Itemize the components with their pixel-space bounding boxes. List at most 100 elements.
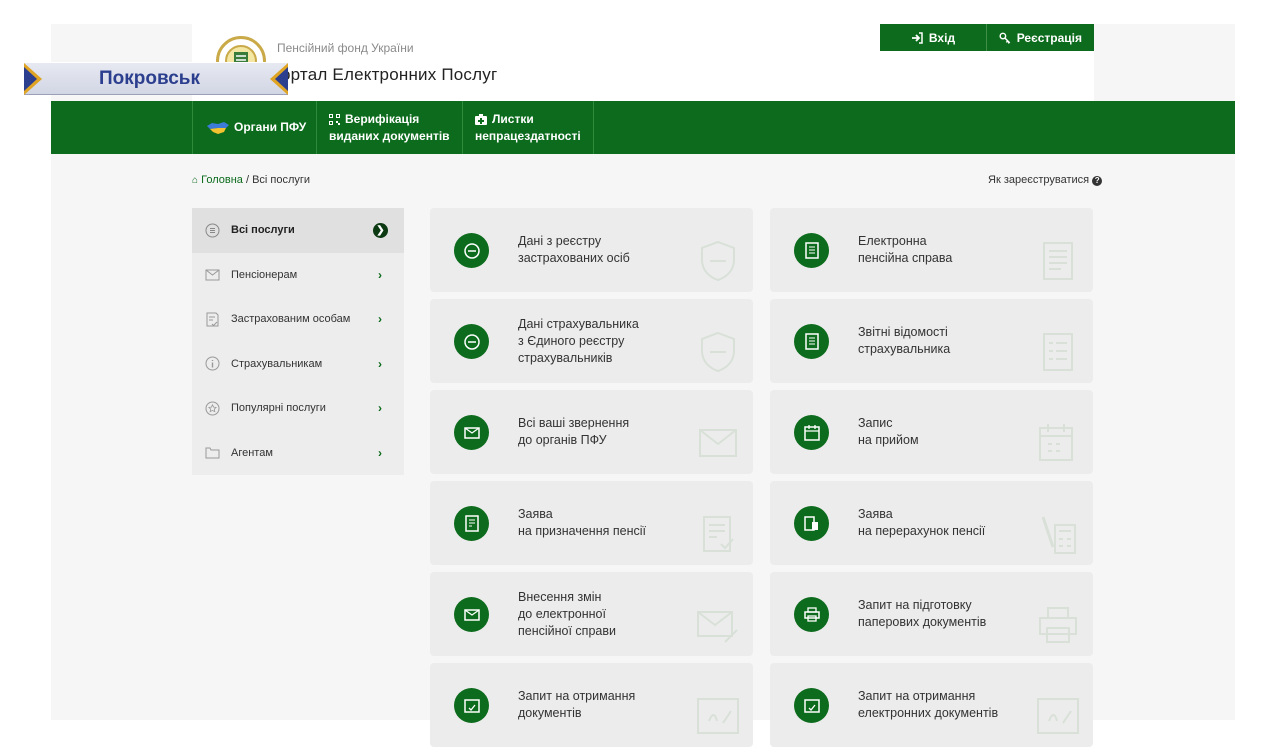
nav-item-pfu-bodies[interactable]: Органи ПФУ xyxy=(192,101,317,154)
service-card-line: на перерахунок пенсії xyxy=(858,524,986,538)
breadcrumb-home-link[interactable]: Головна xyxy=(201,174,243,186)
service-card-line: застрахованих осіб xyxy=(518,251,630,265)
certificate-icon xyxy=(454,688,489,723)
nav-item-verification[interactable]: Верифікація виданих документів xyxy=(317,101,463,154)
qr-code-icon xyxy=(329,113,340,125)
service-card-line: на призначення пенсії xyxy=(518,524,646,538)
sidebar-item-label: Застрахованим особам xyxy=(231,313,351,326)
auth-bar: Вхід Реєстрація xyxy=(880,24,1094,51)
service-card-line: Електронна xyxy=(858,234,927,248)
sidebar-item-all-services[interactable]: Всі послуги ❯ xyxy=(192,208,404,253)
service-card-line: паперових документів xyxy=(858,615,987,629)
service-card-electronic-pension-file[interactable]: Електронна пенсійна справа xyxy=(770,208,1093,292)
chevron-right-icon: › xyxy=(378,312,382,327)
service-card-paper-documents[interactable]: Запит на підготовку паперових документів xyxy=(770,572,1093,656)
shield-watermark-icon xyxy=(701,240,735,282)
nav-item-sick-leave[interactable]: Листки непрацездатності xyxy=(463,101,594,154)
report-icon xyxy=(794,324,829,359)
nav-item-label: Органи ПФУ xyxy=(234,120,307,134)
service-card-line: Дані страхувальника xyxy=(518,316,639,331)
nav-item-label-line1: Верифікація xyxy=(345,111,420,126)
service-card-line: пенсійна справа xyxy=(858,251,953,265)
service-card-line: Звітні відомості xyxy=(858,325,948,339)
right-arrow-inner-icon xyxy=(275,67,288,91)
service-card-line: страхувальника xyxy=(858,342,951,356)
breadcrumb-separator: / xyxy=(242,174,253,186)
service-card-insured-registry[interactable]: Дані з реєстру застрахованих осіб xyxy=(430,208,753,292)
service-card-line: електронних документів xyxy=(858,706,999,720)
shield-icon xyxy=(454,324,489,359)
portal-title: ортал Електронних Послуг xyxy=(281,65,498,84)
service-card-line: Всі ваші звернення xyxy=(518,416,630,430)
service-card-line: страхувальників xyxy=(518,350,613,365)
how-to-register-link[interactable]: Як зареєструватися ? xyxy=(988,174,1103,186)
calculator-watermark-icon xyxy=(1041,516,1076,554)
sidebar-item-label: Агентам xyxy=(231,446,273,459)
application-icon xyxy=(454,506,489,541)
login-label: Вхід xyxy=(928,30,956,45)
application-watermark-icon xyxy=(703,516,734,552)
info-icon xyxy=(205,356,220,371)
nav-item-label-line1: Листки xyxy=(492,111,534,126)
sidebar-item-pensioners[interactable]: Пенсіонерам › xyxy=(192,253,404,298)
star-icon xyxy=(205,401,220,416)
chevron-right-icon: › xyxy=(378,356,382,371)
service-card-appeals[interactable]: Всі ваші звернення до органів ПФУ xyxy=(430,390,753,474)
city-overlay-banner: Покровськ xyxy=(24,62,288,95)
envelope-edit-watermark-icon xyxy=(697,611,738,643)
service-card-appointment[interactable]: Запис на прийом xyxy=(770,390,1093,474)
service-card-insurer-registry[interactable]: Дані страхувальника з Єдиного реєстру стра… xyxy=(430,299,753,383)
org-name: Пенсійний фонд України xyxy=(277,41,414,55)
envelope-watermark-icon xyxy=(699,429,737,457)
service-card-electronic-document-request[interactable]: Запит на отримання електронних документів xyxy=(770,663,1093,747)
folder-icon xyxy=(205,445,220,460)
sidebar-item-popular[interactable]: Популярні послуги › xyxy=(192,386,404,431)
service-card-line: Запит на отримання xyxy=(858,689,976,703)
chevron-right-circle-icon: ❯ xyxy=(373,222,388,238)
sidebar-item-label: Всі послуги xyxy=(231,224,295,237)
service-card-line: з Єдиного реєстру xyxy=(518,333,625,348)
envelope-icon xyxy=(454,415,489,450)
report-watermark-icon xyxy=(1043,333,1073,371)
envelope-icon xyxy=(205,267,220,282)
how-to-register-label: Як зареєструватися xyxy=(988,174,1090,186)
sidebar-item-insured[interactable]: Застрахованим особам › xyxy=(192,297,404,342)
key-icon xyxy=(999,32,1011,44)
breadcrumb-current: Всі послуги xyxy=(252,174,311,186)
sidebar-item-agents[interactable]: Агентам › xyxy=(192,431,404,476)
sign-in-icon xyxy=(911,31,923,44)
service-card-line: Заява xyxy=(518,507,553,521)
service-card-line: Запис xyxy=(858,416,893,430)
service-card-pension-file-changes[interactable]: Внесення змін до електронної пенсійної спр… xyxy=(430,572,753,656)
sidebar-item-insurers[interactable]: Страхувальникам › xyxy=(192,342,404,387)
service-card-line: на прийом xyxy=(858,433,919,447)
shield-icon xyxy=(454,233,489,268)
list-icon xyxy=(205,223,220,238)
left-arrow-inner-icon xyxy=(24,67,37,91)
question-icon: ? xyxy=(1092,176,1103,186)
sidebar-item-label: Страхувальникам xyxy=(231,357,323,370)
certificate-icon xyxy=(794,688,829,723)
breadcrumb: ⌂ Головна / Всі послуги xyxy=(192,174,310,186)
register-button[interactable]: Реєстрація xyxy=(987,24,1094,51)
service-card-line: до органів ПФУ xyxy=(518,433,607,447)
certificate-watermark-icon xyxy=(697,698,739,734)
login-button[interactable]: Вхід xyxy=(880,24,987,51)
printer-watermark-icon xyxy=(1039,607,1077,643)
envelope-edit-icon xyxy=(454,597,489,632)
service-card-pension-application[interactable]: Заява на призначення пенсії xyxy=(430,481,753,565)
nav-item-label-line2: виданих документів xyxy=(329,128,450,143)
sidebar-item-label: Пенсіонерам xyxy=(231,268,298,281)
service-card-insurer-reports[interactable]: Звітні відомості страхувальника xyxy=(770,299,1093,383)
service-card-line: до електронної xyxy=(518,606,606,621)
sidebar: Всі послуги ❯ Пенсіонерам › Застраховани… xyxy=(192,208,404,475)
chevron-right-icon: › xyxy=(378,445,382,460)
service-card-pension-recalculation[interactable]: Заява на перерахунок пенсії xyxy=(770,481,1093,565)
service-card-line: Запит на отримання xyxy=(518,689,636,703)
register-label: Реєстрація xyxy=(1016,30,1082,45)
service-card-line: Внесення змін xyxy=(518,589,602,604)
service-card-document-request[interactable]: Запит на отримання документів xyxy=(430,663,753,747)
service-card-line: Заява xyxy=(858,507,893,521)
printer-icon xyxy=(794,597,829,632)
ukraine-map-icon xyxy=(207,121,229,134)
